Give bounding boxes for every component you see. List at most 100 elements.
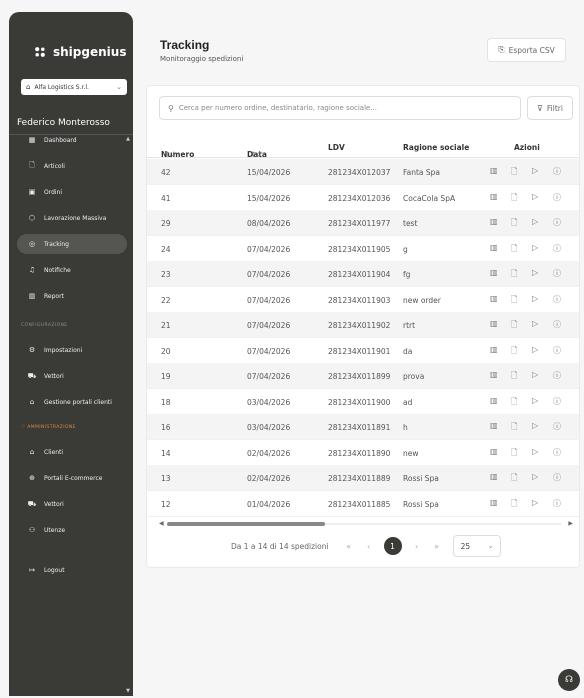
- sidebar-item-articoli[interactable]: 🗋 Articoli: [17, 156, 127, 176]
- info-icon[interactable]: ⓘ: [553, 498, 574, 512]
- map-icon[interactable]: ▥: [490, 498, 511, 512]
- sidebar-item-utenze[interactable]: ⚇ Utenze: [17, 520, 127, 540]
- sort-icon[interactable]: ↑↓: [250, 150, 263, 159]
- search-input[interactable]: ⚲ Cerca per numero ordine, destinatario,…: [159, 96, 521, 120]
- horizontal-scrollbar[interactable]: ◀ ▶: [159, 520, 573, 527]
- sidebar-item-notifiche[interactable]: ♫ Notifiche: [17, 260, 127, 280]
- scroll-right-arrow[interactable]: ▶: [568, 520, 573, 527]
- document-icon[interactable]: 🗋: [511, 166, 532, 180]
- current-page-button[interactable]: 1: [383, 537, 402, 555]
- label-icon[interactable]: ▷: [532, 396, 553, 410]
- info-icon[interactable]: ⓘ: [553, 319, 574, 333]
- table-row[interactable]: 12 01/04/2026 281234X011885 Rossi Spa ▥ 🗋 ▷ ⓘ: [147, 491, 579, 517]
- map-icon[interactable]: ▥: [490, 217, 511, 231]
- sidebar-item-vettori[interactable]: ⛟ Vettori: [17, 494, 127, 514]
- label-icon[interactable]: ▷: [532, 217, 553, 231]
- export-csv-button[interactable]: ⎘ Esporta CSV: [487, 38, 566, 62]
- table-row[interactable]: 20 07/04/2026 281234X011901 da ▥ 🗋 ▷ ⓘ: [147, 338, 579, 364]
- info-icon[interactable]: ⓘ: [553, 192, 574, 206]
- next-page-button[interactable]: ›: [407, 542, 427, 551]
- info-icon[interactable]: ⓘ: [553, 370, 574, 384]
- document-icon[interactable]: 🗋: [511, 294, 532, 308]
- document-icon[interactable]: 🗋: [511, 243, 532, 257]
- scroll-thumb[interactable]: [167, 522, 325, 526]
- document-icon[interactable]: 🗋: [511, 498, 532, 512]
- label-icon[interactable]: ▷: [532, 294, 553, 308]
- label-icon[interactable]: ▷: [532, 498, 553, 512]
- sidebar-item-impostazioni[interactable]: ⚙ Impostazioni: [17, 340, 127, 360]
- document-icon[interactable]: 🗋: [511, 192, 532, 206]
- label-icon[interactable]: ▷: [532, 268, 553, 282]
- label-icon[interactable]: ▷: [532, 345, 553, 359]
- document-icon[interactable]: 🗋: [511, 421, 532, 435]
- map-icon[interactable]: ▥: [490, 166, 511, 180]
- label-icon[interactable]: ▷: [532, 166, 553, 180]
- document-icon[interactable]: 🗋: [511, 319, 532, 333]
- sidebar-item-tracking[interactable]: ◎ Tracking: [17, 234, 127, 254]
- brand-logo[interactable]: shipgenius: [33, 45, 126, 59]
- label-icon[interactable]: ▷: [532, 370, 553, 384]
- sidebar-item-dashboard[interactable]: ▦ Dashboard: [17, 130, 127, 150]
- map-icon[interactable]: ▥: [490, 268, 511, 282]
- table-row[interactable]: 24 07/04/2026 281234X011905 g ▥ 🗋 ▷ ⓘ: [147, 236, 579, 262]
- label-icon[interactable]: ▷: [532, 192, 553, 206]
- document-icon[interactable]: 🗋: [511, 268, 532, 282]
- table-row[interactable]: 22 07/04/2026 281234X011903 new order ▥ 🗋 ▷ ⓘ: [147, 287, 579, 313]
- document-icon[interactable]: 🗋: [511, 472, 532, 486]
- map-icon[interactable]: ▥: [490, 192, 511, 206]
- label-icon[interactable]: ▷: [532, 447, 553, 461]
- map-icon[interactable]: ▥: [490, 472, 511, 486]
- table-row[interactable]: 23 07/04/2026 281234X011904 fg ▥ 🗋 ▷ ⓘ: [147, 261, 579, 287]
- document-icon[interactable]: 🗋: [511, 370, 532, 384]
- table-row[interactable]: 42 15/04/2026 281234X012037 Fanta Spa ▥ 🗋 ▷ ⓘ: [147, 159, 579, 185]
- map-icon[interactable]: ▥: [490, 243, 511, 257]
- sidebar-item-ordini[interactable]: ▣ Ordini: [17, 182, 127, 202]
- table-row[interactable]: 16 03/04/2026 281234X011891 h ▥ 🗋 ▷ ⓘ: [147, 414, 579, 440]
- table-row[interactable]: 18 03/04/2026 281234X011900 ad ▥ 🗋 ▷ ⓘ: [147, 389, 579, 415]
- prev-page-button[interactable]: ‹: [359, 542, 379, 551]
- company-select[interactable]: ⌂ Alfa Logistics S.r.l. ⌄: [21, 79, 127, 95]
- map-icon[interactable]: ▥: [490, 421, 511, 435]
- document-icon[interactable]: 🗋: [511, 396, 532, 410]
- map-icon[interactable]: ▥: [490, 345, 511, 359]
- info-icon[interactable]: ⓘ: [553, 243, 574, 257]
- table-row[interactable]: 41 15/04/2026 281234X012036 CocaCola SpA ▥ 🗋 ▷…: [147, 185, 579, 211]
- map-icon[interactable]: ▥: [490, 447, 511, 461]
- map-icon[interactable]: ▥: [490, 294, 511, 308]
- filter-button[interactable]: ⊽ Filtri: [527, 96, 573, 120]
- info-icon[interactable]: ⓘ: [553, 166, 574, 180]
- support-chat-button[interactable]: ☊: [558, 669, 580, 691]
- scroll-down-arrow[interactable]: ▼: [126, 688, 130, 694]
- info-icon[interactable]: ⓘ: [553, 447, 574, 461]
- sidebar-item-vettori[interactable]: ⛟ Vettori: [17, 366, 127, 386]
- map-icon[interactable]: ▥: [490, 370, 511, 384]
- map-icon[interactable]: ▥: [490, 396, 511, 410]
- first-page-button[interactable]: «: [339, 542, 359, 551]
- last-page-button[interactable]: »: [427, 542, 447, 551]
- table-row[interactable]: 21 07/04/2026 281234X011902 rtrt ▥ 🗋 ▷ ⓘ: [147, 312, 579, 338]
- document-icon[interactable]: 🗋: [511, 345, 532, 359]
- label-icon[interactable]: ▷: [532, 472, 553, 486]
- map-icon[interactable]: ▥: [490, 319, 511, 333]
- info-icon[interactable]: ⓘ: [553, 294, 574, 308]
- info-icon[interactable]: ⓘ: [553, 345, 574, 359]
- document-icon[interactable]: 🗋: [511, 217, 532, 231]
- info-icon[interactable]: ⓘ: [553, 421, 574, 435]
- scroll-left-arrow[interactable]: ◀: [159, 520, 164, 527]
- info-icon[interactable]: ⓘ: [553, 268, 574, 282]
- page-size-select[interactable]: 25 ⌄: [452, 535, 501, 557]
- info-icon[interactable]: ⓘ: [553, 217, 574, 231]
- info-icon[interactable]: ⓘ: [553, 396, 574, 410]
- document-icon[interactable]: 🗋: [511, 447, 532, 461]
- table-row[interactable]: 29 08/04/2026 281234X011977 test ▥ 🗋 ▷ ⓘ: [147, 210, 579, 236]
- label-icon[interactable]: ▷: [532, 421, 553, 435]
- label-icon[interactable]: ▷: [532, 319, 553, 333]
- label-icon[interactable]: ▷: [532, 243, 553, 257]
- info-icon[interactable]: ⓘ: [553, 472, 574, 486]
- sidebar-item-clienti[interactable]: ⌂ Clienti: [17, 442, 127, 462]
- sidebar-item-gestione-portali-clienti[interactable]: ⌂ Gestione portali clienti: [17, 392, 127, 412]
- table-row[interactable]: 14 02/04/2026 281234X011890 new ▥ 🗋 ▷ ⓘ: [147, 440, 579, 466]
- sidebar-item-lavorazione-massiva[interactable]: ⬡ Lavorazione Massiva: [17, 208, 127, 228]
- sidebar-item-portali-e-commerce[interactable]: ⊕ Portali E-commerce: [17, 468, 127, 488]
- sidebar-item-report[interactable]: ▥ Report: [17, 286, 127, 306]
